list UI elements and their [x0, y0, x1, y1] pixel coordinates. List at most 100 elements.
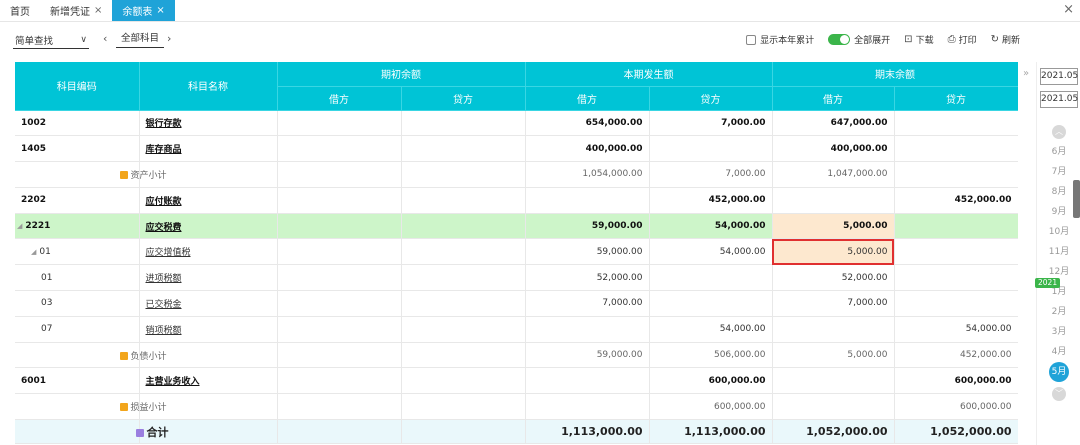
year-badge: 2021 — [1035, 278, 1061, 288]
expand-arrow-icon[interactable]: ◢ — [17, 222, 22, 230]
cell-amount-od — [277, 342, 402, 369]
month-item[interactable]: 10月 — [1037, 222, 1080, 242]
cell-amount-pc: 7,000.00 — [649, 161, 773, 188]
total-text: 合计 — [146, 425, 169, 439]
cell-code: 6001 — [15, 367, 140, 395]
cell-amount-cd: 5,000.00 — [772, 238, 895, 266]
table-row[interactable]: 1002 银行存款 654,000.00 7,000.00 647,000.00 — [15, 110, 1018, 137]
table-row[interactable]: 资产小计 1,054,000.00 7,000.00 1,047,000.00 — [15, 161, 1018, 188]
window-close-icon[interactable]: × — [1063, 2, 1074, 17]
table-row[interactable]: ◢ 2221 应交税费 59,000.00 54,000.00 5,000.00 — [15, 213, 1018, 240]
scroll-down-icon[interactable]: ﹀ — [1052, 387, 1066, 401]
month-item-active[interactable]: 5月 — [1037, 362, 1080, 384]
download-label: 下载 — [915, 36, 934, 46]
close-icon[interactable]: × — [156, 5, 164, 16]
show-year-total-checkbox[interactable]: 显示本年累计 — [746, 33, 814, 46]
cell-amount-pc — [649, 264, 773, 292]
cell-amount-pd: 52,000.00 — [525, 264, 650, 292]
cell-account-name[interactable]: 库存商品 — [139, 135, 278, 163]
checkbox-icon[interactable] — [746, 34, 757, 45]
tab-bar: 首页 新增凭证 × 余额表 × × — [0, 0, 1080, 22]
toggle-switch[interactable] — [828, 34, 851, 45]
cell-amount-cc: 54,000.00 — [894, 316, 1018, 343]
cell-account-name[interactable]: 应付账款 — [139, 187, 278, 214]
date-from-field[interactable]: 2021.05 — [1040, 68, 1078, 85]
cell-amount-cc — [894, 161, 1018, 188]
cell-amount-oc — [401, 187, 526, 214]
table-row[interactable]: 01 进项税额 52,000.00 52,000.00 — [15, 264, 1018, 292]
cell-amount-pd — [525, 393, 650, 421]
cell-amount-pc — [649, 135, 773, 163]
side-drag-handle[interactable] — [1073, 180, 1080, 218]
cell-amount-oc — [401, 238, 526, 266]
table-row[interactable]: 损益小计 600,000.00 600,000.00 — [15, 393, 1018, 421]
cell-amount-pc — [649, 290, 773, 317]
cell-amount-oc — [401, 264, 526, 292]
month-item[interactable]: 2月 — [1037, 302, 1080, 322]
cell-account-name[interactable]: 应交增值税 — [139, 238, 278, 266]
table-row[interactable]: 合计 1,113,000.00 1,113,000.00 1,052,000.00 1,… — [15, 419, 1018, 445]
cell-amount-pd: 59,000.00 — [525, 342, 650, 369]
total-icon — [135, 428, 144, 437]
expand-arrow-icon[interactable]: ◢ — [31, 248, 36, 256]
cell-code — [15, 419, 140, 445]
cell-subtotal-label: 损益小计 — [119, 393, 278, 421]
cell-amount-cc — [894, 213, 1018, 240]
cell-account-name[interactable]: 主营业务收入 — [139, 367, 278, 395]
cell-amount-oc — [401, 342, 526, 369]
cell-amount-pc: 54,000.00 — [649, 238, 773, 266]
table-row[interactable]: 6001 主营业务收入 600,000.00 600,000.00 — [15, 367, 1018, 395]
cell-amount-pd: 1,054,000.00 — [525, 161, 650, 188]
cell-amount-od — [277, 161, 402, 188]
month-item[interactable]: 3月 — [1037, 322, 1080, 342]
close-icon[interactable]: × — [94, 5, 102, 16]
cell-amount-pd — [525, 187, 650, 214]
print-button[interactable]: ⎙ 打印 — [948, 33, 977, 46]
cell-account-name[interactable]: 进项税额 — [139, 264, 278, 292]
tab-balance-sheet[interactable]: 余额表 × — [112, 0, 175, 21]
toolbar: 简单查找 ∨ ‹ 全部科目 › 显示本年累计 全部展开 ⊡ 下载 ⎙ 打印 ↻ … — [0, 22, 1080, 58]
download-button[interactable]: ⊡ 下载 — [904, 33, 933, 46]
cell-amount-pc: 1,113,000.00 — [649, 419, 773, 445]
cell-amount-oc — [401, 110, 526, 137]
month-item[interactable]: 7月 — [1037, 162, 1080, 182]
month-item[interactable]: 4月 — [1037, 342, 1080, 362]
toggle-label: 全部展开 — [854, 36, 891, 46]
table-row[interactable]: 1405 库存商品 400,000.00 400,000.00 — [15, 135, 1018, 163]
header-credit: 贷方 — [894, 86, 1018, 111]
breadcrumb[interactable]: 全部科目 — [116, 32, 164, 48]
next-arrow-icon[interactable]: › — [167, 32, 171, 45]
cell-account-name[interactable]: 应交税费 — [139, 213, 278, 240]
cell-amount-cd: 52,000.00 — [772, 264, 895, 292]
search-mode-label: 简单查找 — [15, 35, 54, 47]
table-row[interactable]: ◢ 01 应交增值税 59,000.00 54,000.00 5,000.00 — [15, 238, 1018, 266]
cell-amount-pc: 54,000.00 — [649, 316, 773, 343]
date-to-field[interactable]: 2021.05 — [1040, 91, 1078, 108]
cell-account-name[interactable]: 已交税金 — [139, 290, 278, 317]
cell-amount-pc: 600,000.00 — [649, 393, 773, 421]
scroll-up-icon[interactable]: ︿ — [1052, 125, 1066, 139]
search-mode-dropdown[interactable]: 简单查找 ∨ — [13, 31, 89, 49]
tab-home[interactable]: 首页 — [0, 0, 40, 21]
table-row[interactable]: 03 已交税金 7,000.00 7,000.00 — [15, 290, 1018, 317]
cell-account-name[interactable]: 银行存款 — [139, 110, 278, 137]
cell-amount-pd: 59,000.00 — [525, 238, 650, 266]
cell-amount-oc — [401, 161, 526, 188]
cell-code: ◢ 01 — [15, 238, 140, 266]
expand-all-toggle[interactable]: 全部展开 — [828, 33, 890, 46]
tab-new-voucher[interactable]: 新增凭证 × — [40, 0, 112, 21]
month-item[interactable]: 6月 — [1037, 142, 1080, 162]
refresh-button[interactable]: ↻ 刷新 — [991, 33, 1020, 46]
table-row[interactable]: 07 销项税额 54,000.00 54,000.00 — [15, 316, 1018, 343]
cell-code-text: 03 — [41, 298, 53, 309]
cell-amount-cc: 600,000.00 — [894, 367, 1018, 395]
table-row[interactable]: 2202 应付账款 452,000.00 452,000.00 — [15, 187, 1018, 214]
collapse-icon[interactable]: » — [1023, 68, 1029, 79]
cell-amount-od — [277, 264, 402, 292]
header-debit: 借方 — [772, 86, 895, 111]
cell-account-name[interactable]: 销项税额 — [139, 316, 278, 343]
prev-arrow-icon[interactable]: ‹ — [103, 32, 107, 45]
cell-code-text: 2202 — [21, 195, 47, 206]
table-row[interactable]: 负债小计 59,000.00 506,000.00 5,000.00 452,000.0… — [15, 342, 1018, 369]
month-item[interactable]: 11月 — [1037, 242, 1080, 262]
